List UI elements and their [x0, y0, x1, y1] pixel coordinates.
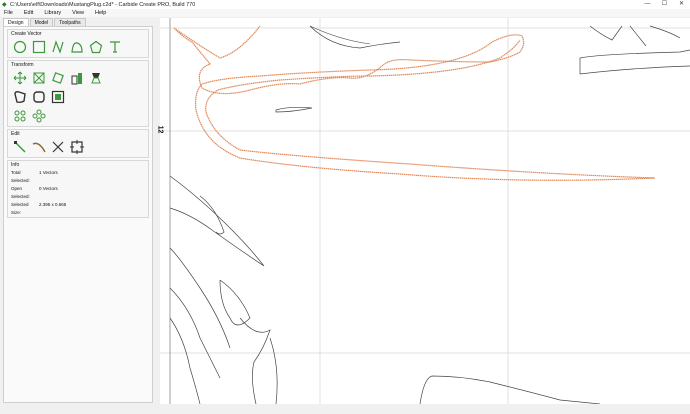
move-icon[interactable]	[11, 70, 28, 86]
edit-group: Edit	[7, 129, 149, 158]
vector-path	[169, 175, 265, 267]
polyline-tool-icon[interactable]	[49, 39, 66, 55]
tab-design[interactable]: Design	[3, 18, 29, 26]
design-canvas[interactable]	[160, 18, 690, 404]
vector-path	[275, 106, 313, 113]
group-title: Create Vector	[11, 31, 42, 37]
circular-array-icon[interactable]	[30, 108, 47, 124]
ruler-label: 12	[156, 125, 164, 134]
tab-model[interactable]: Model	[29, 18, 54, 26]
maximize-button[interactable]: ☐	[656, 0, 673, 9]
carbide-icon: ◆	[2, 1, 7, 8]
menu-help[interactable]: Help	[95, 10, 106, 16]
info-value: 1 Vectors	[39, 170, 58, 175]
vector-path	[239, 317, 271, 404]
tab-toolpaths[interactable]: Toolpaths	[54, 18, 86, 26]
group-title: Edit	[11, 131, 20, 137]
tab-bar: Design Model Toolpaths	[3, 18, 153, 26]
circle-tool-icon[interactable]	[11, 39, 28, 55]
rotate-icon[interactable]	[49, 70, 66, 86]
vector-path	[579, 49, 690, 75]
trim-icon[interactable]	[49, 139, 66, 155]
vector-path	[269, 337, 278, 404]
left-panel: Design Model Toolpaths Create Vector Tra…	[3, 18, 153, 404]
vector-path	[169, 287, 221, 379]
vector-path	[199, 195, 225, 235]
fillet-icon[interactable]	[30, 89, 47, 105]
menu-view[interactable]: View	[72, 10, 84, 16]
vector-path	[589, 25, 647, 47]
group-title: Transform	[11, 62, 34, 68]
node-edit-icon[interactable]	[11, 139, 28, 155]
info-value: 2.395 x 0.665	[39, 202, 67, 207]
info-selected-size: Selected Size: 2.395 x 0.665	[8, 201, 148, 217]
vector-path	[219, 279, 251, 326]
menu-file[interactable]: File	[4, 10, 13, 16]
info-label: Selected Size:	[11, 202, 29, 215]
rectangle-tool-icon[interactable]	[30, 39, 47, 55]
vector-path	[309, 25, 401, 49]
join-icon[interactable]	[30, 139, 47, 155]
transform-group: Transform	[7, 60, 149, 127]
info-value: 0 Vectors	[39, 186, 58, 191]
design-panel: Create Vector Transform Edit Info Total …	[3, 26, 153, 403]
boolean-icon[interactable]	[49, 89, 66, 105]
scale-icon[interactable]	[30, 70, 47, 86]
window-title: C:\Users\elf\Downloads\MustangPlug.c2d* …	[10, 1, 196, 8]
polygon-tool-icon[interactable]	[87, 39, 104, 55]
linear-array-icon[interactable]	[11, 108, 28, 124]
info-label: Open Selected:	[11, 186, 30, 199]
menu-edit[interactable]: Edit	[24, 10, 33, 16]
text-tool-icon[interactable]	[106, 39, 123, 55]
minimize-button[interactable]: —	[639, 0, 656, 9]
mirror-icon[interactable]	[87, 70, 104, 86]
menu-bar: File Edit Library View Help	[0, 9, 690, 17]
selected-vector	[173, 25, 656, 181]
create-vector-group: Create Vector	[7, 29, 149, 58]
boundary-icon[interactable]	[68, 139, 85, 155]
vector-path	[419, 375, 601, 404]
group-title: Info	[11, 162, 20, 168]
align-icon[interactable]	[68, 70, 85, 86]
vector-path	[169, 317, 201, 404]
close-button[interactable]: ✕	[673, 0, 690, 9]
menu-library[interactable]: Library	[44, 10, 61, 16]
info-total-selected: Total Selected: 1 Vectors	[8, 169, 148, 185]
info-label: Total Selected:	[11, 170, 30, 183]
info-group: Info Total Selected: 1 Vectors Open Sele…	[7, 160, 149, 218]
status-bar	[0, 404, 690, 414]
vector-path	[309, 25, 371, 45]
info-open-selected: Open Selected: 0 Vectors	[8, 185, 148, 201]
vector-drawing[interactable]	[160, 18, 690, 404]
window-controls: — ☐ ✕	[639, 0, 690, 9]
offset-icon[interactable]	[11, 89, 28, 105]
title-bar: ◆ C:\Users\elf\Downloads\MustangPlug.c2d…	[0, 0, 690, 9]
curve-tool-icon[interactable]	[68, 39, 85, 55]
